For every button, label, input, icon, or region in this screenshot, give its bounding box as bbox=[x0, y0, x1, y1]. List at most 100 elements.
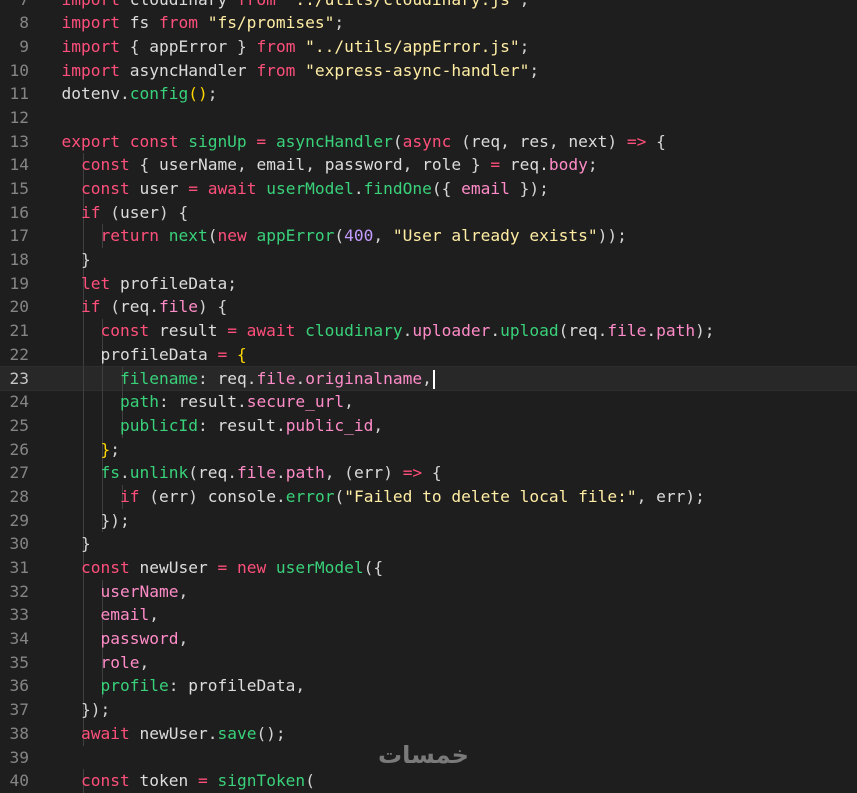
line-number: 22 bbox=[9, 344, 30, 364]
code-token: const bbox=[81, 558, 130, 577]
code-token: if bbox=[81, 297, 101, 317]
line-number: 24 bbox=[9, 392, 30, 412]
code-line[interactable]: 14 const { userName, email, password, ro… bbox=[0, 153, 857, 177]
line-number: 39 bbox=[9, 747, 30, 767]
code-token: dotenv bbox=[61, 84, 120, 104]
code-line[interactable]: 9 import { appError } from "../utils/appE… bbox=[0, 35, 857, 59]
code-token: await bbox=[236, 321, 306, 341]
code-token: , bbox=[178, 629, 189, 649]
code-line[interactable]: 31 const newUser = new userModel({ bbox=[0, 556, 857, 580]
code-line[interactable]: 27 fs.unlink(req.file.path, (err) => { bbox=[0, 461, 857, 485]
line-number: 40 bbox=[9, 771, 30, 791]
code-token: ) bbox=[607, 131, 627, 151]
code-line[interactable]: 10 import asyncHandler from "express-asyn… bbox=[0, 59, 857, 83]
code-token: signUp bbox=[188, 131, 247, 151]
code-token: } bbox=[461, 155, 491, 175]
line-number: 18 bbox=[9, 250, 30, 270]
code-token: { bbox=[129, 155, 159, 175]
code-text: const user = await userModel.findOne({ e… bbox=[62, 177, 549, 201]
code-token: . bbox=[207, 723, 218, 743]
code-line[interactable]: 11 dotenv.config(); bbox=[0, 82, 857, 106]
code-line[interactable]: 7 import cloudinary from "../utils/cloudi… bbox=[0, 0, 857, 11]
code-line[interactable]: 22 profileData = { bbox=[0, 342, 857, 367]
code-text: dotenv.config(); bbox=[62, 82, 218, 106]
code-token: path bbox=[285, 463, 325, 483]
code-token: , bbox=[344, 392, 354, 412]
code-line[interactable]: 36 profile: profileData, bbox=[0, 674, 857, 699]
code-token: req bbox=[568, 321, 598, 341]
code-line[interactable]: 28 if (err) console.error("Failed to del… bbox=[0, 484, 857, 509]
code-line[interactable]: 18 } bbox=[0, 248, 857, 272]
code-token: "fs/promises" bbox=[197, 13, 335, 33]
code-token: err bbox=[158, 486, 189, 506]
code-line[interactable]: 23 filename: req.file.originalname, bbox=[0, 365, 857, 392]
code-line[interactable]: 15 const user = await userModel.findOne(… bbox=[0, 177, 857, 201]
code-token: fs bbox=[119, 13, 159, 33]
code-token: secure_url bbox=[246, 392, 345, 412]
line-number: 14 bbox=[9, 155, 30, 175]
code-token: filename bbox=[119, 368, 198, 388]
code-token: userModel bbox=[266, 558, 364, 577]
code-token: : bbox=[197, 415, 218, 435]
line-number: 17 bbox=[9, 226, 30, 246]
code-token: profileData bbox=[188, 676, 296, 696]
code-line[interactable]: 33 email, bbox=[0, 603, 857, 628]
code-line[interactable]: 26 }; bbox=[0, 437, 857, 462]
code-token: = bbox=[217, 344, 228, 364]
code-text: let profileData; bbox=[62, 272, 237, 296]
code-line[interactable]: 16 if (user) { bbox=[0, 200, 857, 225]
code-text: import fs from "fs/promises"; bbox=[62, 11, 345, 35]
code-token: , bbox=[149, 605, 159, 625]
code-line[interactable]: 40 const token = signToken( bbox=[0, 769, 857, 793]
code-line[interactable]: 20 if (req.file) { bbox=[0, 295, 857, 320]
code-token: ; bbox=[520, 0, 530, 9]
code-line[interactable]: 32 userName, bbox=[0, 579, 857, 604]
code-line[interactable]: 35 role, bbox=[0, 650, 857, 675]
code-token: , ( bbox=[324, 463, 354, 483]
code-token: let bbox=[81, 273, 111, 293]
code-line[interactable]: 29 }); bbox=[0, 508, 857, 533]
code-token: asyncHandler bbox=[275, 131, 393, 151]
code-line[interactable]: 17 return next(new appError(400, "User a… bbox=[0, 224, 857, 249]
code-token: } bbox=[61, 250, 91, 270]
code-line[interactable]: 12 bbox=[0, 106, 857, 130]
code-token: , bbox=[373, 415, 384, 435]
watermark-logo: خمسات bbox=[378, 741, 469, 769]
code-token: originalname bbox=[305, 368, 423, 388]
code-line[interactable]: 34 password, bbox=[0, 627, 857, 651]
code-line[interactable]: 19 let profileData; bbox=[0, 271, 857, 296]
code-token: password bbox=[324, 155, 403, 175]
code-text: }; bbox=[62, 438, 120, 462]
code-line[interactable]: 37 }); bbox=[0, 698, 857, 722]
code-token: "express-async-handler" bbox=[295, 60, 530, 80]
code-line[interactable]: 8 import fs from "fs/promises"; bbox=[0, 11, 857, 35]
code-token: ( bbox=[139, 486, 159, 506]
code-line[interactable]: 25 publicId: result.public_id, bbox=[0, 413, 857, 438]
code-token: if bbox=[81, 202, 101, 222]
code-token: { bbox=[422, 463, 442, 483]
code-token: . bbox=[275, 415, 286, 435]
code-token: }); bbox=[61, 510, 130, 530]
code-token: , bbox=[548, 131, 569, 151]
code-token: public_id bbox=[285, 415, 374, 435]
line-number: 16 bbox=[9, 202, 30, 222]
code-token: ( bbox=[334, 226, 345, 246]
code-line[interactable]: 30 } bbox=[0, 532, 857, 556]
code-token: result bbox=[217, 415, 276, 435]
code-token: await bbox=[197, 179, 267, 198]
code-editor[interactable]: 7 import cloudinary from "../utils/cloudi… bbox=[0, 0, 857, 793]
code-line[interactable]: 24 path: result.secure_url, bbox=[0, 390, 857, 414]
code-line[interactable]: 13 export const signUp = asyncHandler(asy… bbox=[0, 130, 857, 154]
line-number: 37 bbox=[9, 700, 30, 720]
code-token: , bbox=[178, 581, 189, 601]
code-line[interactable]: 21 const result = await cloudinary.uploa… bbox=[0, 319, 857, 343]
code-token: ( bbox=[334, 486, 345, 506]
code-token: req bbox=[470, 131, 501, 151]
code-token: ( bbox=[558, 321, 569, 341]
code-text: import asyncHandler from "express-async-… bbox=[62, 59, 540, 83]
code-token: newUser bbox=[129, 723, 208, 743]
